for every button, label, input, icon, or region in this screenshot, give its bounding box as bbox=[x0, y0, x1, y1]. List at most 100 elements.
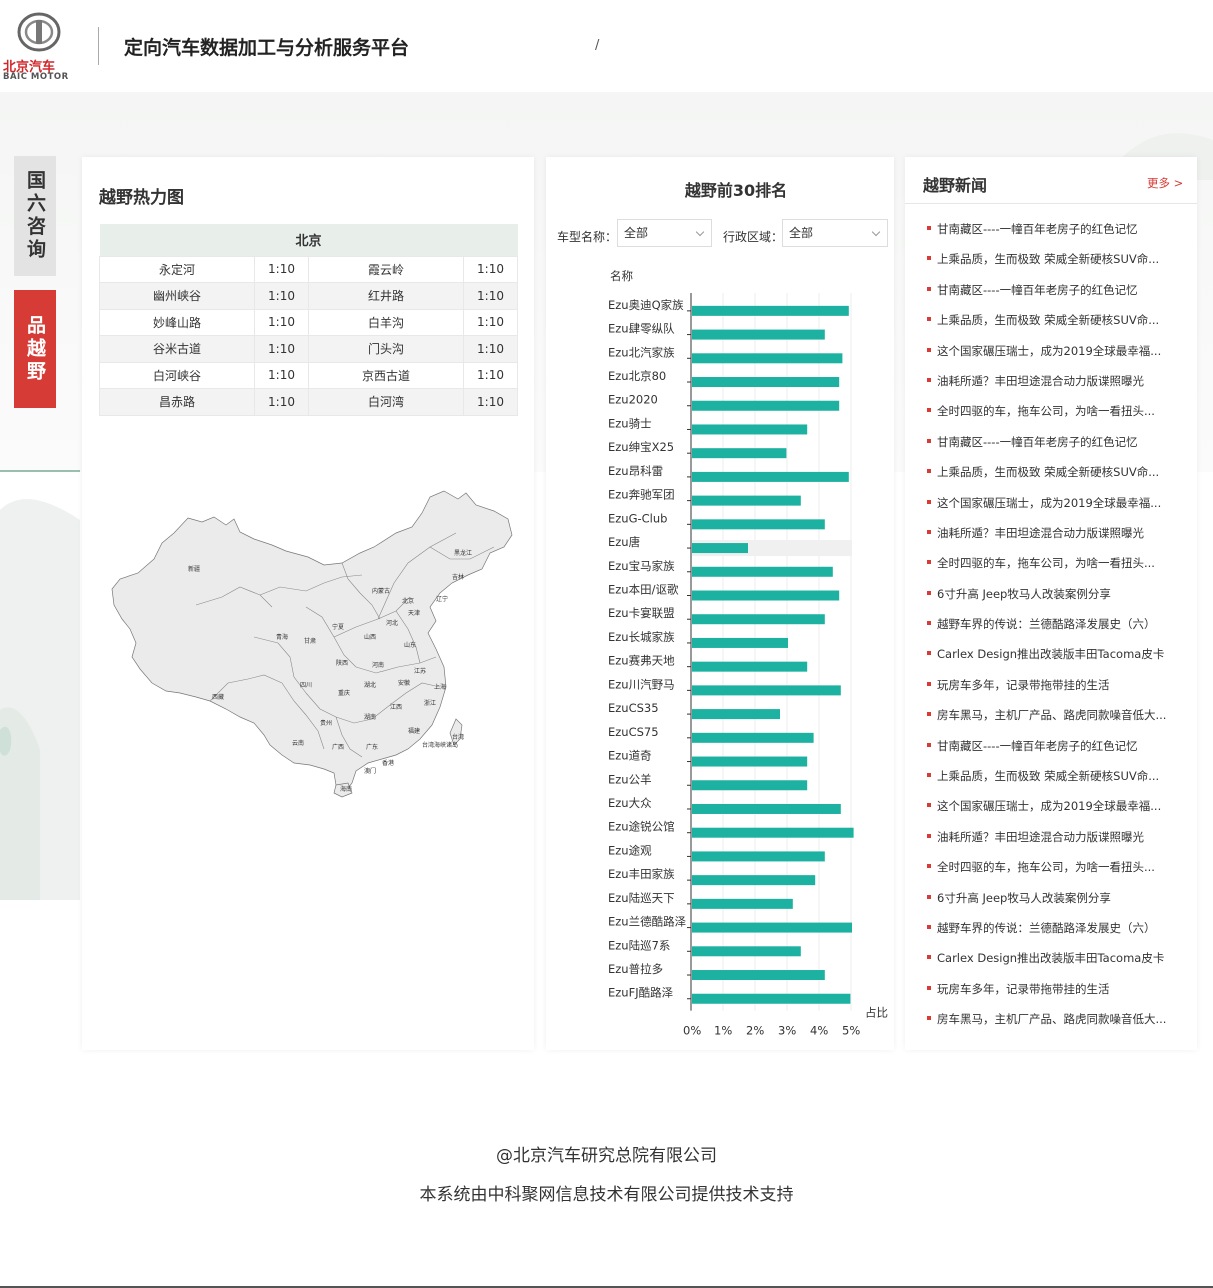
news-item[interactable]: 全时四驱的车，拖车公司，为啥一看扭头... bbox=[927, 403, 1187, 433]
news-item[interactable]: 上乘品质，生而极致 荣威全新硬核SUV命... bbox=[927, 251, 1187, 281]
bar[interactable] bbox=[692, 803, 841, 814]
news-item[interactable]: 这个国家碾压瑞士，成为2019全球最幸福... bbox=[927, 798, 1187, 828]
bar[interactable] bbox=[692, 424, 808, 435]
category-label: Ezu赛弗天地 bbox=[608, 654, 675, 668]
bullet-icon bbox=[927, 833, 931, 838]
news-item[interactable]: 这个国家碾压瑞士，成为2019全球最幸福... bbox=[927, 495, 1187, 525]
news-item[interactable]: 全时四驱的车，拖车公司，为啥一看扭头... bbox=[927, 859, 1187, 889]
news-item[interactable]: 上乘品质，生而极致 荣威全新硬核SUV命... bbox=[927, 312, 1187, 342]
news-item[interactable]: 6寸升高 Jeep牧马人改装案例分享 bbox=[927, 586, 1187, 616]
news-item[interactable]: 玩房车多年，记录带拖带挂的生活 bbox=[927, 677, 1187, 707]
bullet-icon bbox=[927, 529, 931, 534]
category-label: Ezu川汽野马 bbox=[608, 677, 675, 691]
bar[interactable] bbox=[692, 495, 801, 506]
news-item[interactable]: 玩房车多年，记录带拖带挂的生活 bbox=[927, 981, 1187, 1011]
news-more-link[interactable]: 更多 > bbox=[1147, 175, 1183, 191]
ranking-bar-chart: 名称 0% 1% 2% 3% 4% 5% 占比 Ezu奥迪Q家族 Ezu肆零纵队 Ezu北汽家族 Ez… bbox=[608, 269, 888, 1037]
bar[interactable] bbox=[692, 898, 793, 909]
bar[interactable] bbox=[692, 946, 801, 957]
news-item[interactable]: 油耗所遁？丰田坦途混合动力版谍照曝光 bbox=[927, 525, 1187, 555]
x-tick-label: 3% bbox=[778, 1024, 796, 1037]
news-item-title: 甘南藏区----一幢百年老房子的红色记忆 bbox=[937, 282, 1138, 297]
news-item[interactable]: 甘南藏区----一幢百年老房子的红色记忆 bbox=[927, 738, 1187, 768]
bar[interactable] bbox=[692, 353, 843, 364]
bar[interactable] bbox=[692, 993, 851, 1004]
map-label-yunnan: 云南 bbox=[292, 739, 304, 747]
side-tab-pinyueye[interactable]: 品越野 bbox=[14, 290, 56, 408]
news-item[interactable]: 甘南藏区----一幢百年老房子的红色记忆 bbox=[927, 282, 1187, 312]
news-item[interactable]: 越野车界的传说：兰德酷路泽发展史（六） bbox=[927, 920, 1187, 950]
news-item-title: 6寸升高 Jeep牧马人改装案例分享 bbox=[937, 586, 1111, 601]
bar[interactable] bbox=[692, 922, 852, 933]
bar[interactable] bbox=[692, 732, 814, 743]
bar[interactable] bbox=[692, 614, 825, 625]
bullet-icon bbox=[927, 681, 931, 686]
bar[interactable] bbox=[692, 851, 825, 862]
baic-logo[interactable]: 北京汽车 BAIC MOTOR bbox=[0, 8, 78, 84]
category-label: Ezu本田/讴歌 bbox=[608, 583, 679, 597]
bar[interactable] bbox=[692, 566, 833, 577]
bar[interactable] bbox=[692, 305, 849, 316]
side-tab-guoliu-label: 国六咨询 bbox=[24, 170, 46, 262]
region-select[interactable]: 全部 bbox=[782, 219, 888, 247]
bar[interactable] bbox=[692, 875, 816, 886]
map-label-neimenggu: 内蒙古 bbox=[372, 587, 390, 595]
category-label: EzuFJ酷路泽 bbox=[608, 986, 673, 1000]
news-item-title: 房车黑马，主机厂产品、路虎同款噪音低大... bbox=[937, 1012, 1167, 1027]
news-item[interactable]: 6寸升高 Jeep牧马人改装案例分享 bbox=[927, 890, 1187, 920]
map-label-heilongjiang: 黑龙江 bbox=[454, 549, 472, 557]
bar[interactable] bbox=[692, 970, 825, 981]
model-select[interactable]: 全部 bbox=[617, 219, 712, 247]
bar[interactable] bbox=[692, 637, 788, 648]
side-tab-guoliu[interactable]: 国六咨询 bbox=[14, 156, 56, 276]
ratio-cell: 1:10 bbox=[463, 255, 518, 283]
bar[interactable] bbox=[692, 329, 825, 340]
ratio-cell: 1:10 bbox=[254, 308, 309, 336]
news-item[interactable]: 油耗所遁？丰田坦途混合动力版谍照曝光 bbox=[927, 373, 1187, 403]
header-divider bbox=[98, 27, 99, 65]
bar[interactable] bbox=[692, 543, 748, 554]
bullet-icon bbox=[927, 590, 931, 595]
news-item[interactable]: 全时四驱的车，拖车公司，为啥一看扭头... bbox=[927, 555, 1187, 585]
ratio-cell: 1:10 bbox=[254, 361, 309, 389]
news-item[interactable]: 甘南藏区----一幢百年老房子的红色记忆 bbox=[927, 221, 1187, 251]
platform-title: 定向汽车数据加工与分析服务平台 bbox=[124, 37, 410, 59]
news-item-title: 越野车界的传说：兰德酷路泽发展史（六） bbox=[937, 617, 1156, 632]
news-item[interactable]: 油耗所遁？丰田坦途混合动力版谍照曝光 bbox=[927, 829, 1187, 859]
bar[interactable] bbox=[692, 827, 854, 838]
news-item[interactable]: 上乘品质，生而极致 荣威全新硬核SUV命... bbox=[927, 768, 1187, 798]
bar[interactable] bbox=[692, 756, 808, 767]
category-label: Ezu2020 bbox=[608, 393, 658, 407]
bullet-icon bbox=[927, 347, 931, 352]
bullet-icon bbox=[927, 955, 931, 960]
bar[interactable] bbox=[692, 661, 808, 672]
bar[interactable] bbox=[692, 448, 787, 459]
news-item-title: 房车黑马，主机厂产品、路虎同款噪音低大... bbox=[937, 708, 1167, 723]
news-item-title: 甘南藏区----一幢百年老房子的红色记忆 bbox=[937, 738, 1138, 753]
news-item[interactable]: 越野车界的传说：兰德酷路泽发展史（六） bbox=[927, 616, 1187, 646]
bullet-icon bbox=[927, 499, 931, 504]
news-item-title: 上乘品质，生而极致 荣威全新硬核SUV命... bbox=[937, 252, 1160, 267]
news-item[interactable]: 房车黑马，主机厂产品、路虎同款噪音低大... bbox=[927, 707, 1187, 737]
news-item[interactable]: 上乘品质，生而极致 荣威全新硬核SUV命... bbox=[927, 464, 1187, 494]
footer-copyright: @北京汽车研究总院有限公司 bbox=[496, 1146, 717, 1166]
news-item[interactable]: Carlex Design推出改装版丰田Tacoma皮卡 bbox=[927, 950, 1187, 980]
bar[interactable] bbox=[692, 709, 780, 720]
bar[interactable] bbox=[692, 471, 849, 482]
bar[interactable] bbox=[692, 400, 840, 411]
news-item[interactable]: 甘南藏区----一幢百年老房子的红色记忆 bbox=[927, 434, 1187, 464]
bar[interactable] bbox=[692, 590, 840, 601]
category-label: Ezu公羊 bbox=[608, 772, 652, 786]
news-item[interactable]: Carlex Design推出改装版丰田Tacoma皮卡 bbox=[927, 646, 1187, 676]
region-select-value: 全部 bbox=[789, 226, 814, 240]
bar[interactable] bbox=[692, 685, 841, 696]
china-map[interactable]: 新疆 西藏 青海 甘肃 内蒙古 黑龙江 吉林 辽宁 北京 天津 河北 山西 宁夏… bbox=[110, 487, 515, 799]
bar[interactable] bbox=[692, 780, 808, 791]
bullet-icon bbox=[927, 773, 931, 778]
category-label: Ezu昂科雷 bbox=[608, 464, 663, 478]
bar[interactable] bbox=[692, 377, 840, 388]
news-item[interactable]: 房车黑马，主机厂产品、路虎同款噪音低大... bbox=[927, 1011, 1187, 1041]
news-item[interactable]: 这个国家碾压瑞士，成为2019全球最幸福... bbox=[927, 343, 1187, 373]
ratio-cell: 1:10 bbox=[463, 361, 518, 389]
bar[interactable] bbox=[692, 519, 825, 530]
